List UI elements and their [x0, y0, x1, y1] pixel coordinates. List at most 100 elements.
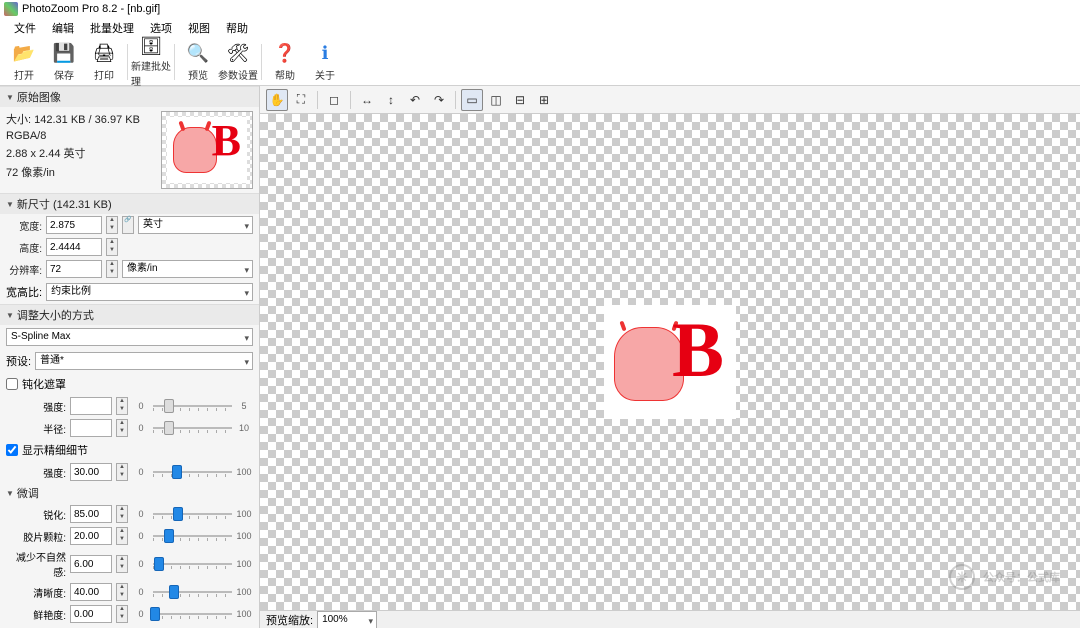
ft-slider-2[interactable] [153, 556, 232, 572]
about-button[interactable]: ℹ关于 [305, 40, 345, 84]
unsharp-strength-input[interactable] [70, 397, 112, 415]
view-split-h[interactable]: ⊟ [509, 89, 531, 111]
new-batch-button[interactable]: 🗄新建批处理 [131, 40, 171, 84]
original-thumbnail: B [161, 111, 253, 189]
ratio-label: 宽高比: [6, 284, 42, 300]
watermark: ✳ 公众号：公式库 [949, 564, 1060, 590]
rotate-cw-tool[interactable]: ↷ [428, 89, 450, 111]
canvas-toolbar-separator [455, 91, 456, 109]
resize-method-combo[interactable]: S-Spline Max [6, 328, 253, 346]
unsharp-radius-slider[interactable] [153, 420, 232, 436]
fine-detail-label: 显示精细细节 [22, 442, 88, 458]
ft-spinner-1[interactable]: ▲▼ [116, 527, 128, 545]
dpi-input[interactable] [46, 260, 102, 278]
height-input[interactable] [46, 238, 102, 256]
dpi-spinner[interactable]: ▲▼ [106, 260, 118, 278]
menu-帮助[interactable]: 帮助 [218, 18, 256, 38]
window-title: PhotoZoom Pro 8.2 - [nb.gif] [22, 3, 160, 15]
settings-button[interactable]: 🛠参数设置 [218, 40, 258, 84]
ft-spinner-2[interactable]: ▲▼ [116, 555, 128, 573]
original-image-header[interactable]: 原始图像 [0, 86, 259, 107]
unsharp-radius-label: 半径: [6, 421, 66, 436]
menu-视图[interactable]: 视图 [180, 18, 218, 38]
ft-slider-4[interactable] [153, 606, 232, 622]
ft-label-3: 清晰度: [6, 585, 66, 600]
print-button[interactable]: 🖨打印 [84, 40, 124, 84]
main-toolbar: 📂打开💾保存🖨打印🗄新建批处理🔍预览🛠参数设置❓帮助ℹ关于 [0, 38, 1080, 86]
unsharp-mask-checkbox[interactable] [6, 378, 18, 390]
canvas[interactable]: B ✳ 公众号：公式库 [260, 114, 1080, 610]
fine-detail-checkbox[interactable] [6, 444, 18, 456]
width-label: 宽度: [6, 218, 42, 233]
dpi-label: 分辨率: [6, 262, 42, 277]
menu-编辑[interactable]: 编辑 [44, 18, 82, 38]
toolbar-separator [261, 44, 262, 80]
orig-size: 大小: 142.31 KB / 36.97 KB [6, 111, 155, 127]
orig-res: 72 像素/in [6, 164, 155, 180]
new-size-header[interactable]: 新尺寸 (142.31 KB) [0, 193, 259, 214]
canvas-toolbar: ✋⛶ ◻ ↔↕↶↷ ▭◫⊟⊞ [260, 86, 1080, 114]
detail-strength-label: 强度: [6, 465, 66, 480]
marquee-tool[interactable]: ⛶ [290, 89, 312, 111]
preset-combo[interactable]: 普通* [35, 352, 253, 370]
ft-spinner-0[interactable]: ▲▼ [116, 505, 128, 523]
ft-input-2[interactable] [70, 555, 112, 573]
print-button-icon: 🖨 [92, 42, 116, 66]
width-spinner[interactable]: ▲▼ [106, 216, 118, 234]
menu-文件[interactable]: 文件 [6, 18, 44, 38]
ft-input-0[interactable] [70, 505, 112, 523]
ft-label-0: 锐化: [6, 507, 66, 522]
canvas-toolbar-separator [350, 91, 351, 109]
help-button[interactable]: ❓帮助 [265, 40, 305, 84]
zoom-combo[interactable]: 100% [317, 611, 377, 628]
preview-button[interactable]: 🔍预览 [178, 40, 218, 84]
ft-spinner-3[interactable]: ▲▼ [116, 583, 128, 601]
ft-spinner-4[interactable]: ▲▼ [116, 605, 128, 623]
unsharp-mask-label: 钝化遮罩 [22, 376, 66, 392]
toolbar-separator [127, 44, 128, 80]
ft-label-1: 胶片颗粒: [6, 529, 66, 544]
resize-method-header[interactable]: 调整大小的方式 [0, 304, 259, 325]
aspect-ratio-combo[interactable]: 约束比例 [46, 283, 253, 301]
view-split-v[interactable]: ◫ [485, 89, 507, 111]
canvas-toolbar-separator [317, 91, 318, 109]
ft-slider-1[interactable] [153, 528, 232, 544]
crop-tool[interactable]: ◻ [323, 89, 345, 111]
about-button-icon: ℹ [313, 42, 337, 66]
width-input[interactable] [46, 216, 102, 234]
bull-graphic [173, 127, 217, 173]
ft-input-1[interactable] [70, 527, 112, 545]
unsharp-strength-spinner[interactable]: ▲▼ [116, 397, 128, 415]
ft-label-4: 鲜艳度: [6, 607, 66, 622]
help-button-icon: ❓ [273, 42, 297, 66]
ft-slider-3[interactable] [153, 584, 232, 600]
pan-tool[interactable]: ✋ [266, 89, 288, 111]
ft-label-2: 减少不自然感: [6, 549, 66, 579]
flip-h-tool[interactable]: ↔ [356, 89, 378, 111]
unsharp-strength-slider[interactable] [153, 398, 232, 414]
flip-v-tool[interactable]: ↕ [380, 89, 402, 111]
open-button-icon: 📂 [12, 42, 36, 66]
height-spinner[interactable]: ▲▼ [106, 238, 118, 256]
detail-strength-slider[interactable] [153, 464, 232, 480]
detail-strength-input[interactable] [70, 463, 112, 481]
width-lock[interactable]: 🔗 [122, 216, 134, 234]
menu-批量处理[interactable]: 批量处理 [82, 18, 142, 38]
view-single[interactable]: ▭ [461, 89, 483, 111]
preview-image: B [604, 305, 736, 419]
unsharp-radius-spinner[interactable]: ▲▼ [116, 419, 128, 437]
dpi-unit-combo[interactable]: 像素/in [122, 260, 253, 278]
ft-slider-0[interactable] [153, 506, 232, 522]
rotate-ccw-tool[interactable]: ↶ [404, 89, 426, 111]
save-button[interactable]: 💾保存 [44, 40, 84, 84]
letter-b-graphic: B [212, 119, 241, 163]
ft-input-4[interactable] [70, 605, 112, 623]
app-icon [4, 2, 18, 16]
size-unit-combo[interactable]: 英寸 [138, 216, 253, 234]
detail-strength-spinner[interactable]: ▲▼ [116, 463, 128, 481]
view-quad[interactable]: ⊞ [533, 89, 555, 111]
unsharp-radius-input[interactable] [70, 419, 112, 437]
ft-input-3[interactable] [70, 583, 112, 601]
open-button[interactable]: 📂打开 [4, 40, 44, 84]
status-bar: 预览缩放: 100% [260, 610, 1080, 628]
